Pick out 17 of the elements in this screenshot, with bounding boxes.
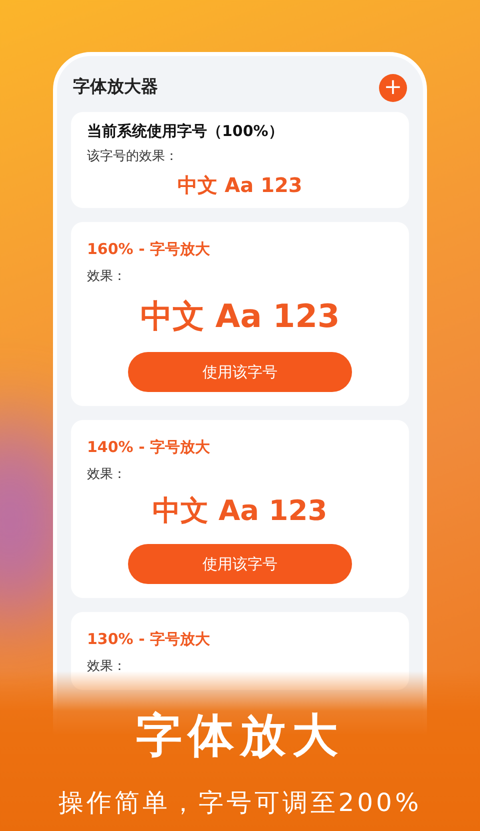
caption: 该字号的效果： [87,148,179,166]
sample-text: 中文 Aa 123 [152,493,328,529]
sample-text: 中文 Aa 123 [178,172,302,199]
use-size-button[interactable]: 使用该字号 [128,544,352,584]
caption: 效果： [87,268,127,286]
use-size-button[interactable]: 使用该字号 [128,352,352,392]
card-title: 140% - 字号放大 [87,437,212,458]
sample-text: 中文 Aa 123 [140,296,340,337]
subline: 操作简单，字号可调至200% [58,786,422,818]
card-title: 160% - 字号放大 [87,239,212,260]
card-title: 当前系统使用字号（100%） [87,121,284,142]
headline: 字体放大 [136,706,344,764]
caption: 效果： [87,658,127,676]
caption: 效果： [87,466,127,484]
add-button[interactable]: + [379,74,407,102]
card-title: 130% - 字号放大 [87,629,212,650]
app-title: 字体放大器 [73,76,158,100]
